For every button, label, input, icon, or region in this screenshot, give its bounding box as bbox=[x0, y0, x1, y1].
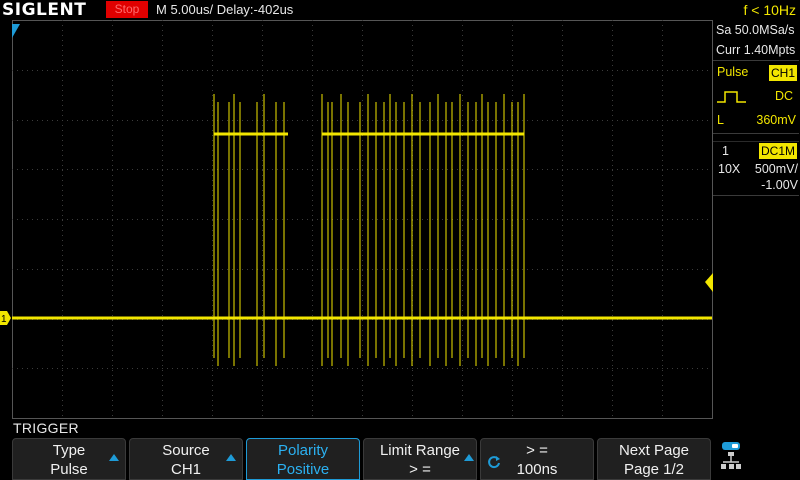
trigger-mode: L bbox=[717, 113, 724, 127]
trigger-level-marker[interactable] bbox=[705, 273, 713, 292]
softkey-polarity[interactable]: Polarity Positive bbox=[246, 438, 360, 480]
channel-1-marker-label: 1 bbox=[1, 314, 7, 325]
pulse-shape-icon bbox=[717, 91, 746, 103]
timebase-readout: M 5.00us/ Delay:-402us bbox=[156, 2, 294, 17]
softkey-next-page-label: Next Page bbox=[618, 442, 690, 459]
softkey-source-value: CH1 bbox=[170, 461, 201, 478]
vertical-offset: -1.00V bbox=[761, 178, 798, 192]
network-icon[interactable] bbox=[720, 440, 744, 474]
status-bar: SIGLENT Stop M 5.00us/ Delay:-402us f < … bbox=[0, 0, 800, 20]
trigger-source-tag: CH1 bbox=[768, 65, 797, 81]
trigger-frequency-readout: f < 10Hz bbox=[743, 2, 796, 18]
marker-layer: 1 bbox=[0, 24, 20, 325]
sample-rate: Sa 50.0MSa/s bbox=[716, 23, 795, 37]
channel-coupling-tag: DC1M bbox=[758, 143, 797, 159]
probe-attenuation: 10X bbox=[718, 162, 741, 176]
brand-logo: SIGLENT bbox=[2, 0, 87, 20]
trigger-level-marker-wrap bbox=[705, 273, 713, 292]
up-arrow-icon bbox=[109, 454, 119, 461]
trigger-position-marker[interactable] bbox=[12, 24, 20, 38]
softkey-limit-range-value: > = bbox=[409, 461, 431, 478]
softkey-type-value: Pulse bbox=[50, 461, 88, 478]
softkey-source[interactable]: Source CH1 bbox=[129, 438, 243, 480]
rotary-knob-icon bbox=[488, 456, 500, 469]
softkey-next-page[interactable]: Next Page Page 1/2 bbox=[597, 438, 711, 480]
memory-depth: Curr 1.40Mpts bbox=[716, 43, 796, 57]
waveform-display[interactable] bbox=[12, 20, 713, 419]
softkey-limit-range-label: Limit Range bbox=[379, 442, 461, 459]
softkey-polarity-label: Polarity bbox=[277, 442, 329, 459]
softkey-pulse-width[interactable]: > = 100ns bbox=[480, 438, 594, 480]
graticule bbox=[12, 20, 713, 419]
menu-title: TRIGGER bbox=[13, 420, 79, 436]
softkey-polarity-value: Positive bbox=[276, 461, 330, 478]
softkey-next-page-value: Page 1/2 bbox=[623, 461, 685, 478]
vertical-scale: 500mV/ bbox=[754, 162, 798, 176]
acquisition-info: Sa 50.0MSa/s Curr 1.40Mpts bbox=[713, 20, 800, 60]
softkey-limit-range[interactable]: Limit Range > = bbox=[363, 438, 477, 480]
channel-number: 1 bbox=[722, 144, 729, 158]
up-arrow-icon bbox=[464, 454, 474, 461]
run-stop-indicator[interactable]: Stop bbox=[106, 1, 148, 18]
up-arrow-icon bbox=[226, 454, 236, 461]
trigger-level: 360mV bbox=[756, 113, 796, 127]
trigger-type: Pulse bbox=[717, 65, 749, 79]
channel-1-info-panel[interactable]: 1 DC1M 10X 500mV/ -1.00V bbox=[713, 141, 799, 196]
trigger-info-panel[interactable]: Pulse CH1 DC L 360mV bbox=[713, 60, 799, 134]
softkey-type[interactable]: Type Pulse bbox=[12, 438, 126, 480]
trigger-coupling: DC bbox=[774, 89, 793, 103]
